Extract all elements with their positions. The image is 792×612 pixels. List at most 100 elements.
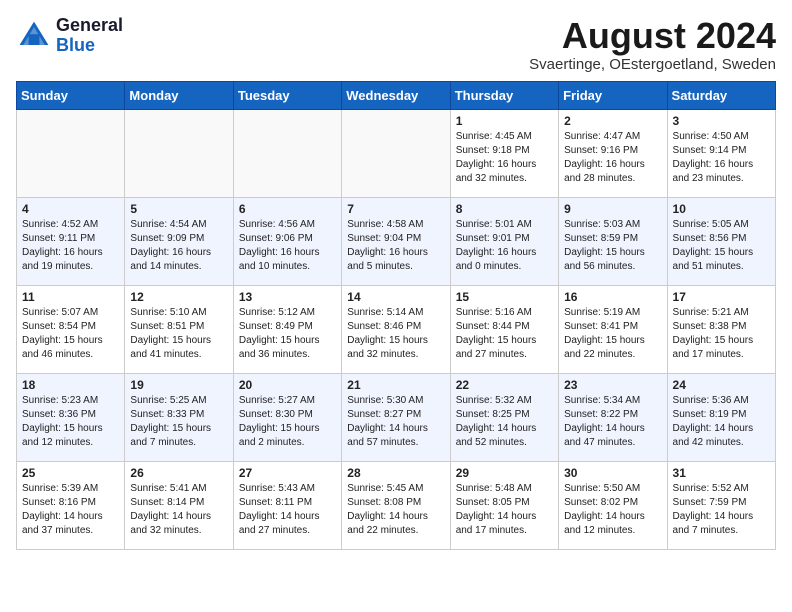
day-number: 27 [239,466,336,480]
day-info: Sunrise: 4:52 AM Sunset: 9:11 PM Dayligh… [22,218,119,274]
day-info: Sunrise: 5:21 AM Sunset: 8:38 PM Dayligh… [673,306,770,362]
week-row-5: 25 Sunrise: 5:39 AM Sunset: 8:16 PM Dayli… [17,461,776,549]
day-cell: 1Sunrise: 4:45 AM Sunset: 9:18 PM Daylig… [450,109,558,197]
day-info: Sunrise: 5:34 AM Sunset: 8:22 PM Dayligh… [564,394,661,450]
day-number: 17 [673,290,770,304]
day-info: Sunrise: 5:39 AM Sunset: 8:16 PM Dayligh… [22,482,119,538]
day-cell: 29Sunrise: 5:48 AM Sunset: 8:05 PM Dayli… [450,461,558,549]
day-info: Sunrise: 4:50 AM Sunset: 9:14 PM Dayligh… [673,130,770,186]
day-info: Sunrise: 5:27 AM Sunset: 8:30 PM Dayligh… [239,394,336,450]
day-info: Sunrise: 4:47 AM Sunset: 9:16 PM Dayligh… [564,130,661,186]
day-cell: 21 Sunrise: 5:30 AM Sunset: 8:27 PM Dayli… [342,373,450,461]
weekday-header-sunday: Sunday [17,81,125,109]
day-number: 3 [673,114,770,128]
day-cell: 28Sunrise: 5:45 AM Sunset: 8:08 PM Dayli… [342,461,450,549]
day-info: Sunrise: 5:36 AM Sunset: 8:19 PM Dayligh… [673,394,770,450]
day-number: 24 [673,378,770,392]
day-info: Sunrise: 4:56 AM Sunset: 9:06 PM Dayligh… [239,218,336,274]
day-info: Sunrise: 4:58 AM Sunset: 9:04 PM Dayligh… [347,218,444,274]
day-number: 21 [347,378,444,392]
day-cell: 5 Sunrise: 4:54 AM Sunset: 9:09 PM Daylig… [125,197,233,285]
day-number: 5 [130,202,227,216]
day-number: 15 [456,290,553,304]
day-info: Sunrise: 5:05 AM Sunset: 8:56 PM Dayligh… [673,218,770,274]
day-info: Sunrise: 5:41 AM Sunset: 8:14 PM Dayligh… [130,482,227,538]
day-cell [17,109,125,197]
day-info: Sunrise: 5:19 AM Sunset: 8:41 PM Dayligh… [564,306,661,362]
day-cell: 30 Sunrise: 5:50 AM Sunset: 8:02 PM Dayli… [559,461,667,549]
day-number: 18 [22,378,119,392]
main-title: August 2024 [529,16,776,56]
day-info: Sunrise: 5:03 AM Sunset: 8:59 PM Dayligh… [564,218,661,274]
day-info: Sunrise: 5:12 AM Sunset: 8:49 PM Dayligh… [239,306,336,362]
day-info: Sunrise: 5:32 AM Sunset: 8:25 PM Dayligh… [456,394,553,450]
day-info: Sunrise: 5:25 AM Sunset: 8:33 PM Dayligh… [130,394,227,450]
day-info: Sunrise: 4:54 AM Sunset: 9:09 PM Dayligh… [130,218,227,274]
day-info: Sunrise: 5:48 AM Sunset: 8:05 PM Dayligh… [456,482,553,538]
day-number: 20 [239,378,336,392]
logo: General Blue [16,16,123,56]
day-cell: 7 Sunrise: 4:58 AM Sunset: 9:04 PM Daylig… [342,197,450,285]
day-number: 8 [456,202,553,216]
day-cell: 8 Sunrise: 5:01 AM Sunset: 9:01 PM Daylig… [450,197,558,285]
weekday-header-wednesday: Wednesday [342,81,450,109]
page: General Blue August 2024 Svaertinge, OEs… [0,0,792,566]
day-number: 22 [456,378,553,392]
day-info: Sunrise: 5:43 AM Sunset: 8:11 PM Dayligh… [239,482,336,538]
day-number: 10 [673,202,770,216]
day-info: Sunrise: 5:16 AM Sunset: 8:44 PM Dayligh… [456,306,553,362]
day-cell: 16 Sunrise: 5:19 AM Sunset: 8:41 PM Dayli… [559,285,667,373]
day-number: 30 [564,466,661,480]
day-info: Sunrise: 5:01 AM Sunset: 9:01 PM Dayligh… [456,218,553,274]
day-cell: 25 Sunrise: 5:39 AM Sunset: 8:16 PM Dayli… [17,461,125,549]
day-cell: 27 Sunrise: 5:43 AM Sunset: 8:11 PM Dayli… [233,461,341,549]
day-cell: 26 Sunrise: 5:41 AM Sunset: 8:14 PM Dayli… [125,461,233,549]
day-cell: 2Sunrise: 4:47 AM Sunset: 9:16 PM Daylig… [559,109,667,197]
day-info: Sunrise: 5:50 AM Sunset: 8:02 PM Dayligh… [564,482,661,538]
weekday-header-thursday: Thursday [450,81,558,109]
day-cell: 11Sunrise: 5:07 AM Sunset: 8:54 PM Dayli… [17,285,125,373]
day-number: 16 [564,290,661,304]
day-number: 12 [130,290,227,304]
header: General Blue August 2024 Svaertinge, OEs… [16,16,776,73]
week-row-4: 18 Sunrise: 5:23 AM Sunset: 8:36 PM Dayli… [17,373,776,461]
day-number: 26 [130,466,227,480]
weekday-header-row: SundayMondayTuesdayWednesdayThursdayFrid… [17,81,776,109]
day-cell: 18 Sunrise: 5:23 AM Sunset: 8:36 PM Dayli… [17,373,125,461]
day-cell: 12 Sunrise: 5:10 AM Sunset: 8:51 PM Dayli… [125,285,233,373]
week-row-2: 4 Sunrise: 4:52 AM Sunset: 9:11 PM Daylig… [17,197,776,285]
day-number: 7 [347,202,444,216]
day-cell: 23Sunrise: 5:34 AM Sunset: 8:22 PM Dayli… [559,373,667,461]
weekday-header-friday: Friday [559,81,667,109]
title-block: August 2024 Svaertinge, OEstergoetland, … [529,16,776,73]
weekday-header-tuesday: Tuesday [233,81,341,109]
day-number: 14 [347,290,444,304]
weekday-header-saturday: Saturday [667,81,775,109]
logo-blue-text: Blue [56,35,95,55]
day-cell: 17 Sunrise: 5:21 AM Sunset: 8:38 PM Dayli… [667,285,775,373]
day-info: Sunrise: 5:14 AM Sunset: 8:46 PM Dayligh… [347,306,444,362]
day-info: Sunrise: 5:23 AM Sunset: 8:36 PM Dayligh… [22,394,119,450]
day-number: 31 [673,466,770,480]
day-info: Sunrise: 5:10 AM Sunset: 8:51 PM Dayligh… [130,306,227,362]
day-number: 4 [22,202,119,216]
logo-general-text: General [56,15,123,35]
weekday-header-monday: Monday [125,81,233,109]
week-row-3: 11Sunrise: 5:07 AM Sunset: 8:54 PM Dayli… [17,285,776,373]
day-cell: 19Sunrise: 5:25 AM Sunset: 8:33 PM Dayli… [125,373,233,461]
day-cell: 24 Sunrise: 5:36 AM Sunset: 8:19 PM Dayli… [667,373,775,461]
day-number: 25 [22,466,119,480]
day-info: Sunrise: 5:30 AM Sunset: 8:27 PM Dayligh… [347,394,444,450]
day-number: 13 [239,290,336,304]
day-cell [233,109,341,197]
day-info: Sunrise: 5:07 AM Sunset: 8:54 PM Dayligh… [22,306,119,362]
week-row-1: 1Sunrise: 4:45 AM Sunset: 9:18 PM Daylig… [17,109,776,197]
day-cell: 9Sunrise: 5:03 AM Sunset: 8:59 PM Daylig… [559,197,667,285]
logo-icon [16,18,52,54]
day-info: Sunrise: 5:52 AM Sunset: 7:59 PM Dayligh… [673,482,770,538]
day-cell: 6 Sunrise: 4:56 AM Sunset: 9:06 PM Daylig… [233,197,341,285]
day-cell: 22 Sunrise: 5:32 AM Sunset: 8:25 PM Dayli… [450,373,558,461]
day-info: Sunrise: 5:45 AM Sunset: 8:08 PM Dayligh… [347,482,444,538]
day-number: 6 [239,202,336,216]
day-cell [125,109,233,197]
